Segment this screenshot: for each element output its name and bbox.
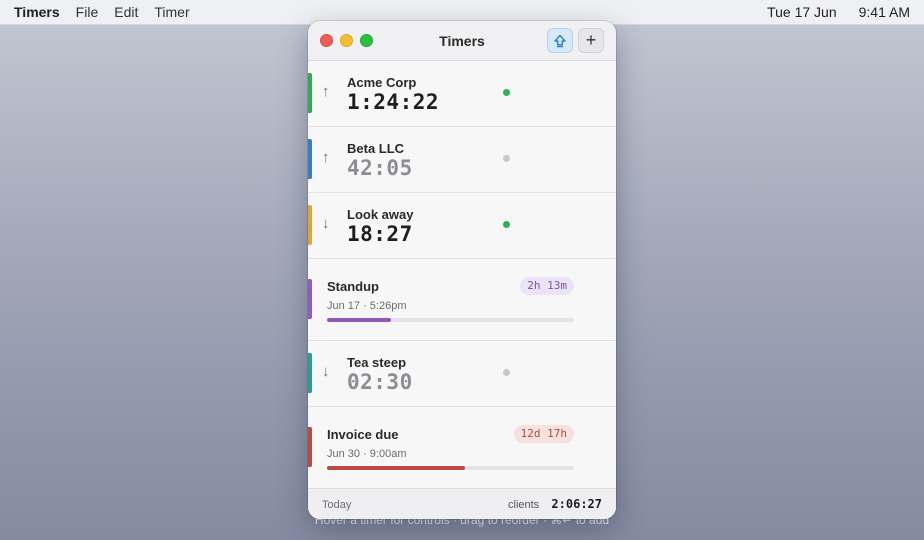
timer-name: Tea steep [347, 355, 407, 370]
timer-name: Look away [347, 207, 414, 222]
footer-scope-label[interactable]: clients [508, 499, 539, 511]
timer-row-standup[interactable]: Standup 2h 13m Jun 17 · 5:26pm [308, 259, 616, 341]
menubar-date[interactable]: Tue 17 Jun [767, 4, 837, 20]
menubar-status: Tue 17 Jun 9:41 AM [767, 4, 910, 20]
timer-row-look-away[interactable]: ↓ Look away 18:27 [308, 193, 616, 259]
menu-file[interactable]: File [76, 4, 99, 20]
timer-name: Beta LLC [347, 141, 405, 156]
timer-name: Invoice due [327, 427, 399, 442]
count-up-icon: ↑ [322, 83, 330, 100]
progress-fill [327, 466, 466, 470]
title-bar[interactable]: Timers + [308, 21, 616, 61]
menubar-app-name[interactable]: Timers [14, 4, 60, 20]
count-up-icon: ↑ [322, 149, 330, 166]
running-indicator [503, 221, 510, 228]
paused-indicator [503, 155, 510, 162]
timer-value: 02:30 [347, 370, 413, 394]
color-bar [308, 279, 312, 319]
add-timer-button[interactable]: + [578, 28, 604, 53]
deadline-date: Jun 17 · 5:26pm [327, 300, 407, 312]
timer-row-tea-steep[interactable]: ↓ Tea steep 02:30 [308, 341, 616, 407]
timer-value: 18:27 [347, 222, 413, 246]
footer-total: 2:06:27 [551, 497, 602, 511]
timer-row-beta-llc[interactable]: ↑ Beta LLC 42:05 [308, 127, 616, 193]
pin-button[interactable] [547, 28, 573, 53]
timer-value: 1:24:22 [347, 90, 440, 114]
color-bar [308, 427, 312, 467]
color-bar [308, 205, 312, 245]
paused-indicator [503, 369, 510, 376]
menu-edit[interactable]: Edit [114, 4, 138, 20]
footer-today-label: Today [322, 499, 352, 511]
progress-track [327, 466, 574, 470]
deadline-date: Jun 30 · 9:00am [327, 448, 407, 460]
timer-name: Standup [327, 279, 379, 294]
timer-row-invoice-due[interactable]: Invoice due 12d 17h Jun 30 · 9:00am [308, 407, 616, 488]
count-down-icon: ↓ [322, 215, 330, 232]
timer-value: 42:05 [347, 156, 413, 180]
menu-timer[interactable]: Timer [154, 4, 189, 20]
timers-window: Timers + ↑ Acme Corp 1:24:22 ↑ Beta LLC … [308, 21, 616, 519]
timer-row-acme-corp[interactable]: ↑ Acme Corp 1:24:22 [308, 61, 616, 127]
footer: Today clients 2:06:27 [308, 488, 616, 519]
remaining-badge: 2h 13m [520, 277, 574, 295]
timer-name: Acme Corp [347, 75, 417, 90]
remaining-badge: 12d 17h [513, 425, 574, 443]
menubar-clock[interactable]: 9:41 AM [859, 4, 910, 20]
color-bar [308, 353, 312, 393]
progress-track [327, 318, 574, 322]
pin-up-icon [554, 34, 566, 47]
running-indicator [503, 89, 510, 96]
progress-fill [327, 318, 392, 322]
count-down-icon: ↓ [322, 363, 330, 380]
color-bar [308, 73, 312, 113]
color-bar [308, 139, 312, 179]
